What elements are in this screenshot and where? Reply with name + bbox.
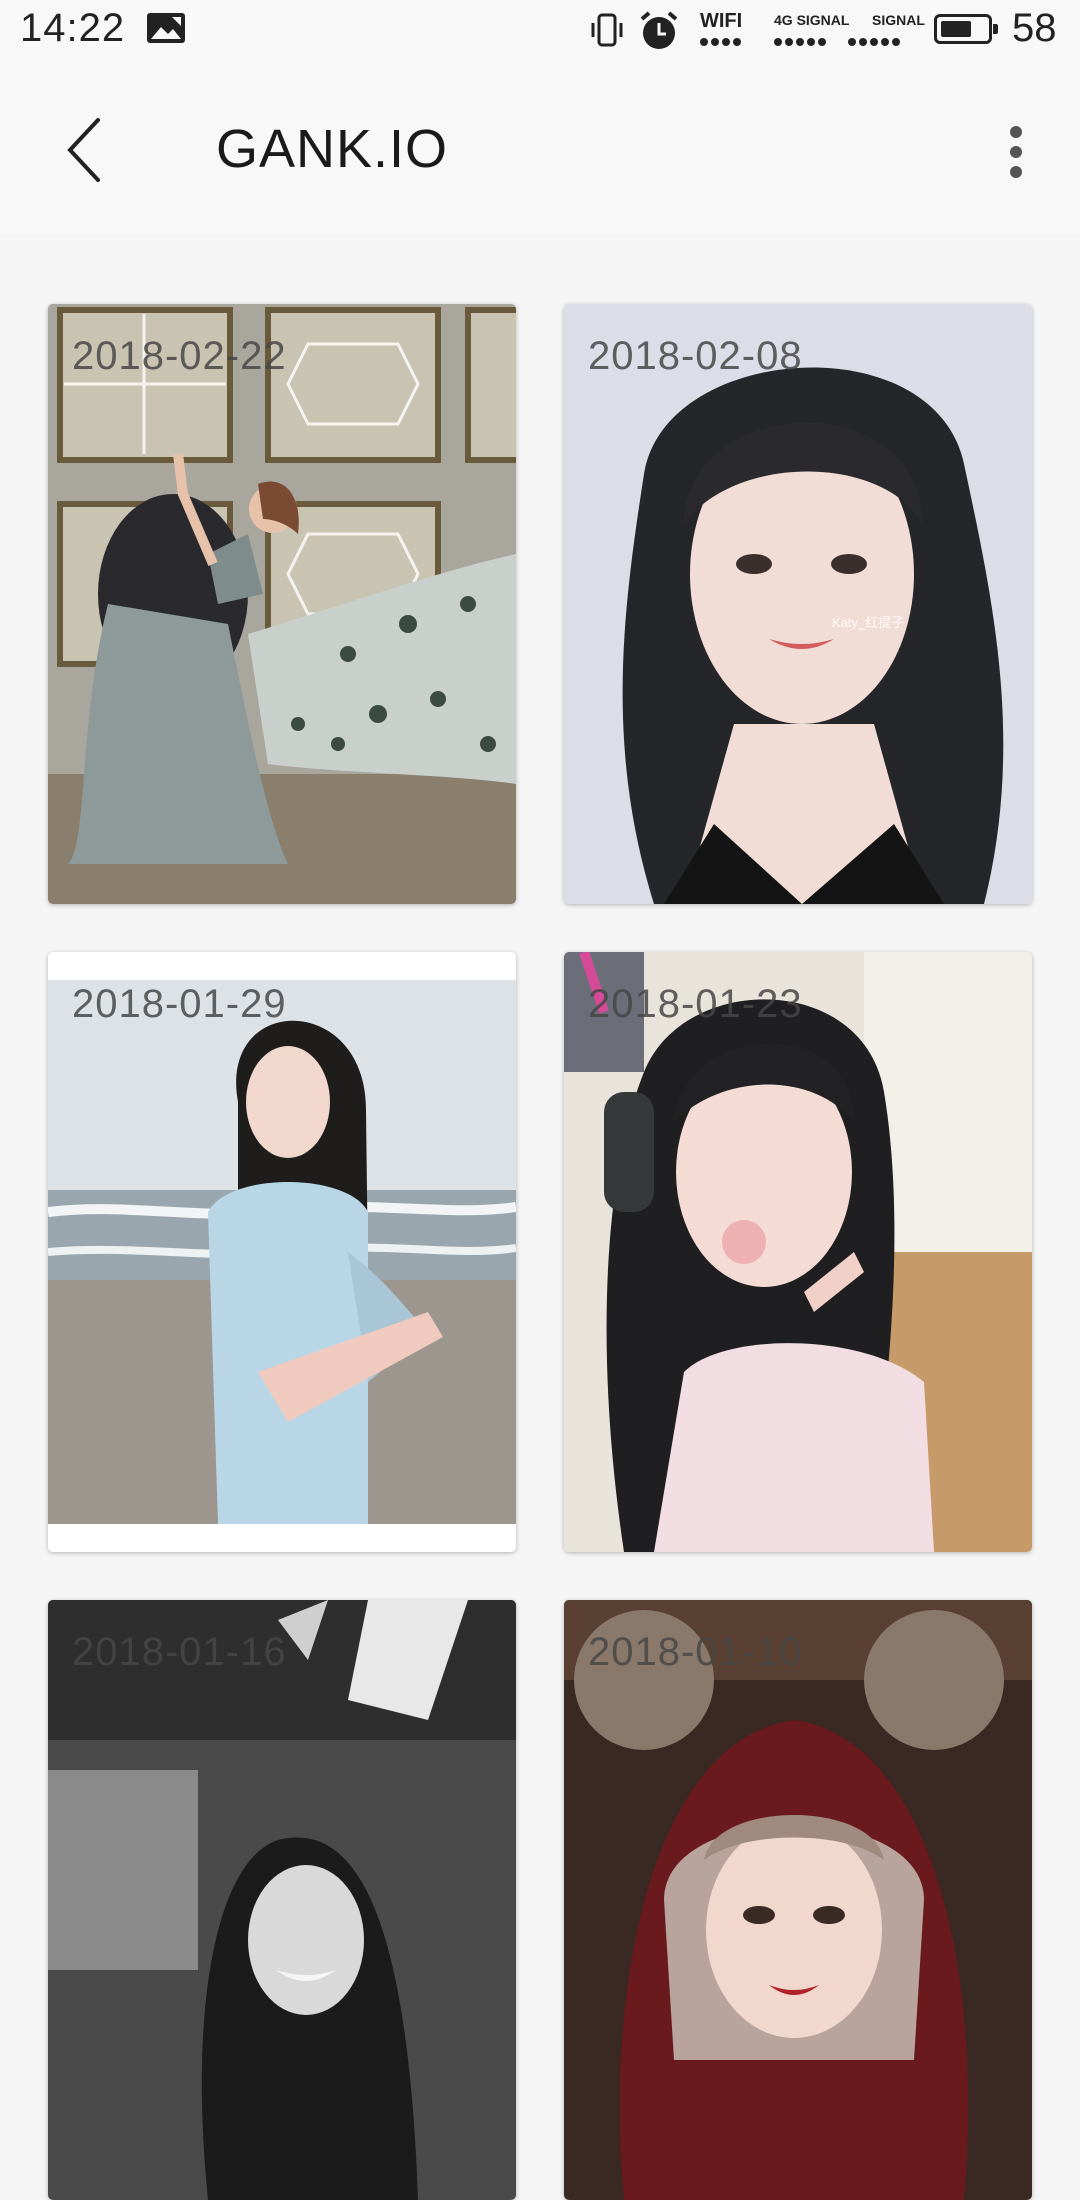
more-options-button[interactable] <box>990 118 1040 184</box>
photo-card[interactable]: 2018-01-23 <box>564 952 1032 1552</box>
photo <box>564 304 1032 904</box>
photo-card[interactable]: 2018-02-22 <box>48 304 516 904</box>
battery-level: 58 <box>1012 6 1057 50</box>
photo-date: 2018-01-29 <box>72 982 287 1026</box>
page-title: GANK.IO <box>216 119 449 179</box>
photo-date: 2018-01-23 <box>588 982 803 1026</box>
photo-date: 2018-02-22 <box>72 334 287 378</box>
back-button[interactable] <box>52 114 122 186</box>
photo-date: 2018-02-08 <box>588 334 803 378</box>
photo <box>564 952 1032 1552</box>
photo <box>48 304 516 904</box>
signal-strength-icon <box>848 38 903 46</box>
photo-card[interactable]: 2018-01-16 <box>48 1600 516 2200</box>
photo-card[interactable]: 2018-01-10 <box>564 1600 1032 2200</box>
status-time: 14:22 <box>20 6 126 50</box>
photo-date: 2018-01-10 <box>588 1630 803 1674</box>
image-icon <box>147 13 185 43</box>
watermark: Katy_红提子 <box>832 615 905 630</box>
photo-card[interactable]: Katy_红提子 2018-02-08 <box>564 304 1032 904</box>
photo <box>564 1600 1032 2200</box>
wifi-strength-icon <box>700 38 744 46</box>
signal-strength-icon <box>774 38 829 46</box>
app-toolbar: GANK.IO <box>0 66 1080 234</box>
alarm-icon <box>640 11 678 49</box>
photo-grid: 2018-02-22 Katy_红提子 2018-02-08 2018-01-2… <box>0 234 1080 2200</box>
photo-card[interactable]: 2018-01-29 <box>48 952 516 1552</box>
battery-icon <box>934 14 998 44</box>
status-bar: 14:22 WIFI 4G SIGNAL SIGNAL 58 <box>0 0 1080 66</box>
back-arrow-icon <box>67 118 100 182</box>
photo <box>48 952 516 1552</box>
photo <box>48 1600 516 2200</box>
vibrate-icon <box>591 13 623 47</box>
battery-fill <box>941 21 972 37</box>
photo-date: 2018-01-16 <box>72 1630 287 1674</box>
